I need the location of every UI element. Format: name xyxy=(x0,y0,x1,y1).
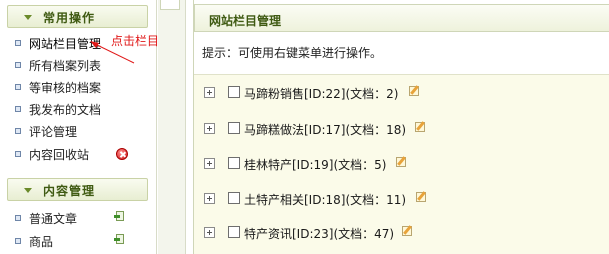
category-tree: 马蹄粉销售[ID:22](文档：2) 马蹄糕做法[ID:17](文档：18) 桂… xyxy=(194,74,609,254)
category-name[interactable]: 特产资讯[ID:23](文档：47) xyxy=(244,225,394,242)
sidebar-item-label: 等审核的档案 xyxy=(29,81,102,95)
category-row[interactable]: 特产资讯[ID:23](文档：47) xyxy=(194,215,609,248)
bullet-icon xyxy=(15,215,21,221)
edit-icon[interactable] xyxy=(416,191,428,203)
sidebar-item-all-archives[interactable]: 所有档案列表 xyxy=(12,56,152,74)
sidebar-item-label: 所有档案列表 xyxy=(29,59,102,73)
row-checkbox[interactable] xyxy=(228,192,240,204)
edit-icon[interactable] xyxy=(415,121,427,133)
add-doc-icon[interactable] xyxy=(114,234,126,246)
edit-icon[interactable] xyxy=(409,85,421,97)
category-row[interactable]: 马蹄粉销售[ID:22](文档：2) xyxy=(194,75,609,108)
sidebar-item-comments[interactable]: 评论管理 xyxy=(12,122,152,140)
row-checkbox[interactable] xyxy=(228,86,240,98)
bullet-icon xyxy=(15,128,21,134)
sidebar-item-pending-review[interactable]: 等审核的档案 xyxy=(12,78,152,96)
expand-icon[interactable] xyxy=(204,193,215,204)
main-header: 网站栏目管理 xyxy=(194,4,609,32)
sidebar-item-products[interactable]: 商品 xyxy=(12,232,152,250)
row-checkbox[interactable] xyxy=(228,226,240,238)
expand-icon[interactable] xyxy=(204,227,215,238)
row-checkbox[interactable] xyxy=(228,122,240,134)
chevron-down-icon xyxy=(24,188,32,193)
main-panel: 网站栏目管理 提示：可使用右键菜单进行操作。 马蹄粉销售[ID:22](文档：2… xyxy=(193,0,609,254)
sidebar-item-label: 评论管理 xyxy=(29,125,78,139)
sidebar-item-label: 商品 xyxy=(29,235,54,249)
category-name[interactable]: 马蹄糕做法[ID:17](文档：18) xyxy=(244,121,406,138)
add-doc-icon[interactable] xyxy=(114,211,126,223)
expand-icon[interactable] xyxy=(204,158,215,169)
page-title: 网站栏目管理 xyxy=(209,14,282,28)
sidebar-item-label: 我发布的文档 xyxy=(29,103,102,117)
hint-text: 提示：可使用右键菜单进行操作。 xyxy=(202,46,383,60)
sidebar-item-label: 内容回收站 xyxy=(29,148,90,162)
sidebar-item-label: 网站栏目管理 xyxy=(29,37,102,51)
row-checkbox[interactable] xyxy=(228,157,240,169)
bullet-icon xyxy=(15,84,21,90)
divider-tab[interactable] xyxy=(160,0,180,10)
bullet-icon xyxy=(15,106,21,112)
bullet-icon xyxy=(15,40,21,46)
category-row[interactable]: 马蹄糕做法[ID:17](文档：18) xyxy=(194,111,609,144)
expand-icon[interactable] xyxy=(204,87,215,98)
expand-icon[interactable] xyxy=(204,123,215,134)
bullet-icon xyxy=(15,151,21,157)
group-header-content[interactable]: 内容管理 xyxy=(7,178,148,201)
group-title: 常用操作 xyxy=(43,11,96,25)
bullet-icon xyxy=(15,238,21,244)
category-row[interactable]: 桂林特产[ID:19](文档：5) xyxy=(194,146,609,179)
edit-icon[interactable] xyxy=(396,156,408,168)
delete-icon[interactable] xyxy=(116,148,128,160)
chevron-down-icon xyxy=(24,15,32,20)
group-header-common[interactable]: 常用操作 xyxy=(7,5,148,28)
category-name[interactable]: 桂林特产[ID:19](文档：5) xyxy=(244,156,386,173)
edit-icon[interactable] xyxy=(402,225,414,237)
sidebar-item-articles[interactable]: 普通文章 xyxy=(12,209,152,227)
category-name[interactable]: 土特产相关[ID:18](文档：11) xyxy=(244,191,406,208)
category-row[interactable]: 土特产相关[ID:18](文档：11) xyxy=(194,181,609,214)
bullet-icon xyxy=(15,62,21,68)
sidebar-item-recycle-bin[interactable]: 内容回收站 xyxy=(12,145,152,163)
sidebar: 常用操作 网站栏目管理 所有档案列表 等审核的档案 我发布的文档 评论管理 内容… xyxy=(0,0,183,254)
sidebar-item-label: 普通文章 xyxy=(29,212,78,226)
group-title: 内容管理 xyxy=(43,184,96,198)
sidebar-item-my-documents[interactable]: 我发布的文档 xyxy=(12,100,152,118)
sidebar-divider[interactable] xyxy=(158,0,186,254)
category-name[interactable]: 马蹄粉销售[ID:22](文档：2) xyxy=(244,85,398,102)
